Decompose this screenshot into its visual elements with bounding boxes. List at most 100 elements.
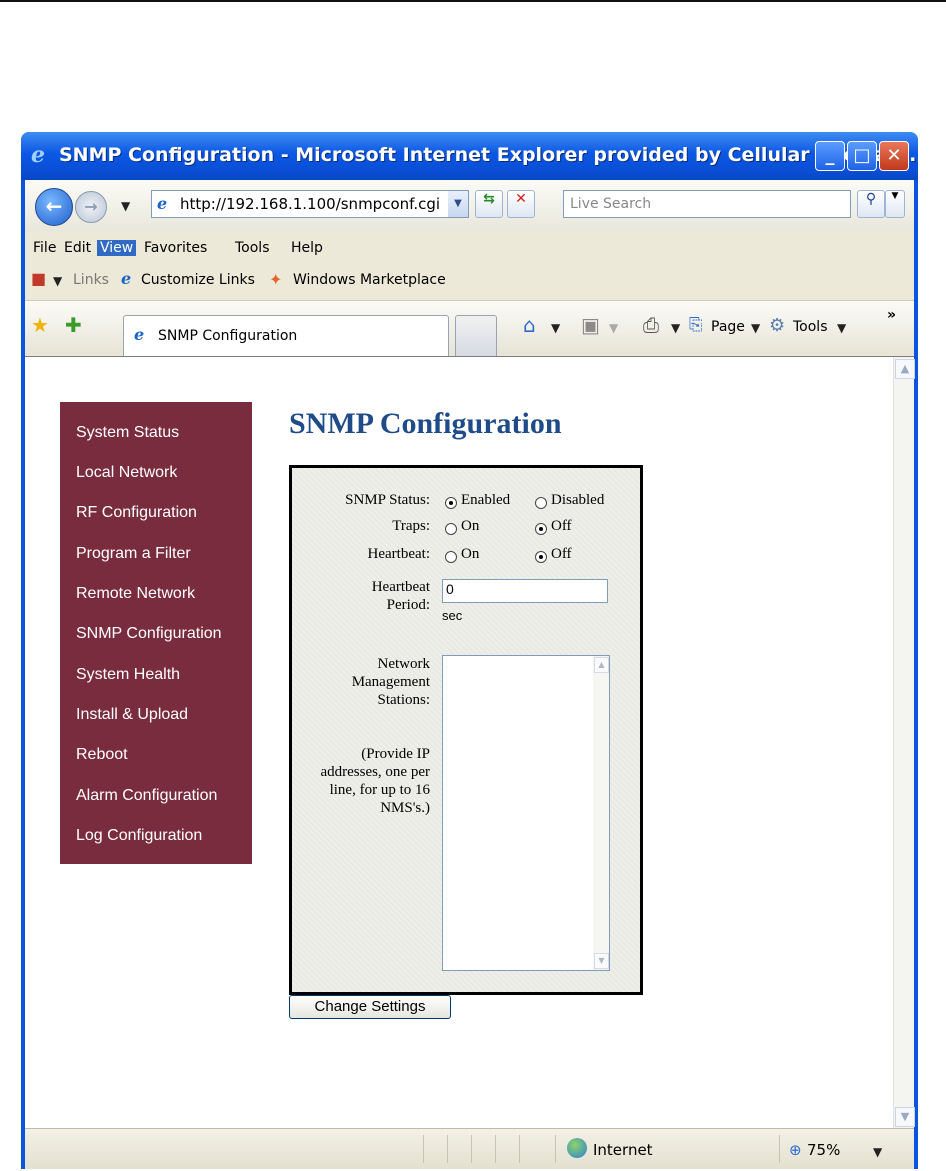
new-tab-button[interactable] — [455, 315, 497, 356]
page-scroll-down-icon[interactable]: ▼ — [895, 1107, 915, 1127]
search-options-button[interactable]: ▼ — [885, 190, 905, 218]
favorites-star-icon[interactable]: ★ — [31, 313, 49, 337]
refresh-button[interactable]: ⇆ — [475, 190, 503, 218]
print-icon[interactable]: ⎙ — [643, 313, 659, 337]
minimize-icon: _ — [825, 145, 835, 166]
zoom-level[interactable]: 75% — [807, 1141, 840, 1159]
sidebar-item-snmp-configuration[interactable]: SNMP Configuration — [76, 625, 222, 643]
page-scrollbar[interactable]: ▲ ▼ — [893, 357, 915, 1129]
traps-label: Traps: — [392, 518, 430, 534]
nms-textarea[interactable]: ▲ ▼ — [442, 655, 610, 971]
home-dropdown-icon[interactable]: ▼ — [551, 321, 560, 335]
search-button[interactable]: ⚲ — [857, 190, 885, 218]
security-zone-text[interactable]: Internet — [593, 1141, 653, 1159]
more-commands-icon[interactable]: » — [887, 307, 896, 323]
sidebar-item-system-health[interactable]: System Health — [76, 666, 180, 684]
heartbeat-on-radio[interactable] — [445, 551, 457, 563]
snmp-enabled-label[interactable]: Enabled — [461, 492, 510, 509]
pdf-addon-icon[interactable]: ■ — [31, 269, 46, 288]
page-menu-button[interactable]: Page — [711, 319, 745, 335]
sidebar-item-install-upload[interactable]: Install & Upload — [76, 706, 188, 724]
sidebar-item-rf-configuration[interactable]: RF Configuration — [76, 504, 197, 522]
addon-dropdown-icon[interactable]: ▼ — [53, 274, 62, 288]
menu-edit[interactable]: Edit — [61, 240, 94, 256]
search-placeholder: Live Search — [570, 196, 652, 212]
tab-title: SNMP Configuration — [158, 328, 298, 344]
history-dropdown-icon[interactable]: ▼ — [121, 199, 130, 213]
address-bar: ← → ▼ e http://192.168.1.100/snmpconf.cg… — [25, 180, 914, 232]
status-divider — [779, 1135, 780, 1163]
link-windows-marketplace[interactable]: Windows Marketplace — [293, 272, 446, 288]
maximize-icon: □ — [853, 145, 871, 166]
menu-favorites[interactable]: Favorites — [141, 240, 210, 256]
menu-help[interactable]: Help — [288, 240, 326, 256]
nms-textarea-scrollbar[interactable]: ▲ ▼ — [593, 656, 609, 970]
snmp-status-label: SNMP Status: — [345, 492, 430, 508]
heartbeat-on-label[interactable]: On — [461, 546, 479, 563]
menu-view[interactable]: View — [97, 240, 137, 256]
traps-off-radio[interactable] — [535, 523, 547, 535]
page-viewport: System Status Local Network RF Configura… — [25, 356, 915, 1129]
heartbeat-off-label[interactable]: Off — [551, 546, 572, 563]
window-title: SNMP Configuration - Microsoft Internet … — [59, 144, 918, 166]
links-label: Links — [73, 272, 109, 288]
feeds-dropdown-icon[interactable]: ▼ — [609, 321, 618, 335]
scroll-down-icon[interactable]: ▼ — [594, 953, 609, 969]
url-dropdown-icon[interactable]: ▼ — [448, 191, 468, 217]
back-button[interactable]: ← — [35, 188, 73, 226]
title-bar[interactable]: e SNMP Configuration - Microsoft Interne… — [21, 132, 918, 180]
tools-dropdown-icon[interactable]: ▼ — [837, 321, 846, 335]
chevron-down-icon: ▼ — [891, 191, 899, 201]
heartbeat-period-label: Heartbeat Period: — [371, 579, 430, 613]
change-settings-button[interactable]: Change Settings — [289, 995, 451, 1019]
link-customize-links[interactable]: Customize Links — [141, 272, 255, 288]
sidebar-item-alarm-configuration[interactable]: Alarm Configuration — [76, 787, 217, 805]
status-bar: Internet ⊕ 75% ▼ — [25, 1128, 914, 1169]
stop-button[interactable]: ✕ — [507, 190, 535, 218]
page-title: SNMP Configuration — [289, 407, 562, 440]
close-icon: ✕ — [886, 145, 902, 166]
sidebar-item-program-a-filter[interactable]: Program a Filter — [76, 545, 191, 563]
page-scroll-up-icon[interactable]: ▲ — [895, 359, 915, 379]
maximize-button[interactable]: □ — [847, 141, 877, 171]
zoom-icon: ⊕ — [789, 1141, 802, 1159]
sidebar-item-remote-network[interactable]: Remote Network — [76, 585, 195, 603]
snmp-disabled-label[interactable]: Disabled — [551, 492, 604, 509]
sidebar-item-log-configuration[interactable]: Log Configuration — [76, 827, 202, 845]
traps-on-radio[interactable] — [445, 523, 457, 535]
close-button[interactable]: ✕ — [879, 141, 909, 171]
heartbeat-label: Heartbeat: — [367, 546, 430, 562]
forward-arrow-icon: → — [84, 197, 98, 216]
tab-snmp-configuration[interactable]: e SNMP Configuration — [123, 315, 449, 356]
add-favorite-icon[interactable]: ✚ — [65, 313, 82, 337]
nms-help-text: (Provide IP addresses, one per line, for… — [320, 746, 430, 816]
tools-menu-button[interactable]: Tools — [793, 319, 828, 335]
sidebar-item-reboot[interactable]: Reboot — [76, 746, 128, 764]
feeds-icon[interactable]: ▣ — [581, 313, 600, 337]
gear-icon: ⚙ — [769, 315, 786, 336]
zoom-dropdown-icon[interactable]: ▼ — [873, 1145, 882, 1159]
traps-off-label[interactable]: Off — [551, 518, 572, 535]
traps-on-label[interactable]: On — [461, 518, 479, 535]
sidebar-item-local-network[interactable]: Local Network — [76, 464, 177, 482]
snmp-enabled-radio[interactable] — [445, 497, 457, 509]
status-divider — [471, 1135, 472, 1163]
heartbeat-off-radio[interactable] — [535, 551, 547, 563]
heartbeat-period-unit: sec — [442, 608, 463, 623]
sidebar-nav: System Status Local Network RF Configura… — [60, 402, 252, 864]
scroll-up-icon[interactable]: ▲ — [594, 657, 609, 673]
nms-label: Network Management Stations: — [351, 656, 430, 708]
page-menu-dropdown-icon[interactable]: ▼ — [751, 321, 760, 335]
sidebar-item-system-status[interactable]: System Status — [76, 424, 179, 442]
home-icon[interactable]: ⌂ — [523, 313, 536, 337]
snmp-disabled-radio[interactable] — [535, 497, 547, 509]
menu-tools[interactable]: Tools — [232, 240, 273, 256]
search-input[interactable]: Live Search — [563, 190, 851, 218]
url-text: http://192.168.1.100/snmpconf.cgi — [180, 195, 441, 213]
forward-button[interactable]: → — [75, 191, 107, 223]
print-dropdown-icon[interactable]: ▼ — [671, 321, 680, 335]
heartbeat-period-input[interactable]: 0 — [442, 579, 608, 603]
url-input[interactable]: e http://192.168.1.100/snmpconf.cgi ▼ — [151, 190, 469, 218]
menu-file[interactable]: File — [30, 240, 59, 256]
minimize-button[interactable]: _ — [815, 141, 845, 171]
